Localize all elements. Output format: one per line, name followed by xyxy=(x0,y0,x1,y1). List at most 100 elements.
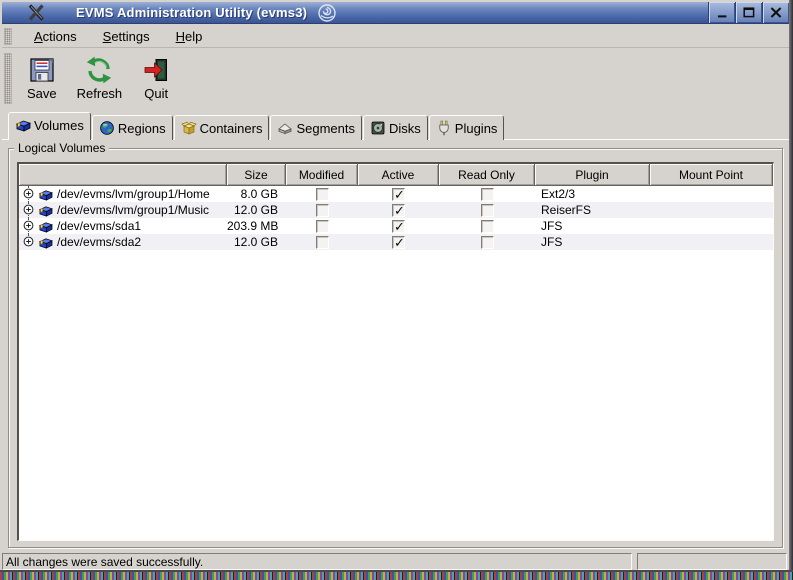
modified-checkbox[interactable] xyxy=(316,188,329,201)
statusbar-secondary-panel xyxy=(637,553,787,570)
read_only-checkbox[interactable] xyxy=(481,188,494,201)
window-border-right xyxy=(789,0,793,572)
plug-icon xyxy=(436,120,452,136)
column-header-active[interactable]: Active xyxy=(358,164,439,186)
menu-actions[interactable]: Actions xyxy=(28,27,83,46)
volume-name: /dev/evms/sda1 xyxy=(55,219,141,233)
column-header-read-only[interactable]: Read Only xyxy=(439,164,535,186)
mount-point-cell xyxy=(650,202,773,218)
table-row[interactable]: /dev/evms/lvm/group1/Music 12.0 GB Reise… xyxy=(19,202,773,218)
mount-point-cell xyxy=(650,234,773,250)
statusbar-message-panel: All changes were saved successfully. xyxy=(2,553,632,570)
volumes-panel: Logical Volumes Size Modified Active Rea… xyxy=(2,139,789,552)
volume-book-icon xyxy=(38,204,53,217)
modified-checkbox[interactable] xyxy=(316,220,329,233)
evms-window: EVMS Administration Utility (evms3) xyxy=(0,0,793,580)
groupbox-title: Logical Volumes xyxy=(14,141,109,155)
table-header-row: Size Modified Active Read Only Plugin Mo… xyxy=(19,164,773,186)
minimize-button[interactable] xyxy=(708,2,735,23)
tab-containers[interactable]: Containers xyxy=(174,115,270,140)
expander-icon[interactable] xyxy=(23,236,34,247)
tab-plugins[interactable]: Plugins xyxy=(429,115,505,140)
quit-button[interactable]: Quit xyxy=(135,50,177,107)
expander-icon[interactable] xyxy=(23,220,34,231)
modified-checkbox[interactable] xyxy=(316,204,329,217)
tabbar: Volumes Regions Containers Segments Disk… xyxy=(8,112,505,140)
tab-volumes-label: Volumes xyxy=(34,118,84,133)
tab-disks[interactable]: Disks xyxy=(363,115,428,140)
close-button[interactable] xyxy=(762,2,789,23)
segment-icon xyxy=(277,120,293,136)
logical-volumes-groupbox: Logical Volumes Size Modified Active Rea… xyxy=(8,148,783,548)
column-header-size[interactable]: Size xyxy=(227,164,286,186)
tab-volumes[interactable]: Volumes xyxy=(8,112,91,140)
tab-segments[interactable]: Segments xyxy=(270,115,362,140)
read_only-checkbox[interactable] xyxy=(481,220,494,233)
box-icon xyxy=(181,120,197,136)
table-row[interactable]: /dev/evms/lvm/group1/Home 8.0 GB Ext2/3 xyxy=(19,186,773,202)
volume-book-icon xyxy=(38,220,53,233)
plugin-cell: ReiserFS xyxy=(535,202,650,218)
quit-button-label: Quit xyxy=(144,86,168,101)
save-button[interactable]: Save xyxy=(20,50,64,107)
window-controls xyxy=(708,2,789,23)
volume-name: /dev/evms/lvm/group1/Music xyxy=(55,203,209,217)
tree-connector xyxy=(22,218,36,234)
expander-icon[interactable] xyxy=(23,204,34,215)
evms-swirl-icon xyxy=(315,3,339,23)
refresh-button[interactable]: Refresh xyxy=(70,50,130,107)
plugin-cell: JFS xyxy=(535,218,650,234)
volumes-table: Size Modified Active Read Only Plugin Mo… xyxy=(17,162,774,541)
column-header-mount-point[interactable]: Mount Point xyxy=(650,164,773,186)
mount-point-cell xyxy=(650,186,773,202)
size-cell: 12.0 GB xyxy=(227,202,286,218)
table-row[interactable]: /dev/evms/sda2 12.0 GB JFS xyxy=(19,234,773,250)
tab-containers-label: Containers xyxy=(200,121,263,136)
expander-icon[interactable] xyxy=(23,188,34,199)
modified-checkbox[interactable] xyxy=(316,236,329,249)
volume-book-icon xyxy=(38,188,53,201)
tree-connector xyxy=(22,202,36,218)
menu-help[interactable]: Help xyxy=(170,27,209,46)
titlebar[interactable]: EVMS Administration Utility (evms3) xyxy=(2,2,789,24)
plugin-cell: Ext2/3 xyxy=(535,186,650,202)
column-header-name[interactable] xyxy=(19,164,227,186)
toolbar: Save Refresh Quit xyxy=(2,50,789,107)
tab-regions[interactable]: Regions xyxy=(92,115,173,140)
tree-connector xyxy=(22,186,36,202)
book-icon xyxy=(15,118,31,133)
tab-plugins-label: Plugins xyxy=(455,121,498,136)
maximize-icon xyxy=(743,7,755,18)
size-cell: 8.0 GB xyxy=(227,186,286,202)
active-checkbox[interactable] xyxy=(392,220,405,233)
volume-name: /dev/evms/lvm/group1/Home xyxy=(55,187,210,201)
active-checkbox[interactable] xyxy=(392,236,405,249)
plugin-cell: JFS xyxy=(535,234,650,250)
tab-disks-label: Disks xyxy=(389,121,421,136)
exit-door-icon xyxy=(142,56,170,84)
window-border-bottom xyxy=(0,570,793,572)
floppy-disk-icon xyxy=(28,56,56,84)
mount-point-cell xyxy=(650,218,773,234)
window-title: EVMS Administration Utility (evms3) xyxy=(76,5,307,20)
tree-connector xyxy=(22,234,36,250)
desktop-edge-strip xyxy=(0,572,793,580)
read_only-checkbox[interactable] xyxy=(481,204,494,217)
active-checkbox[interactable] xyxy=(392,204,405,217)
disk-icon xyxy=(370,120,386,136)
table-row[interactable]: /dev/evms/sda1 203.9 MB JFS xyxy=(19,218,773,234)
status-message: All changes were saved successfully. xyxy=(6,555,203,569)
minimize-icon xyxy=(717,8,728,18)
tab-segments-label: Segments xyxy=(296,121,355,136)
toolbar-drag-handle[interactable] xyxy=(4,53,12,104)
volume-book-icon xyxy=(38,236,53,249)
menu-settings[interactable]: Settings xyxy=(97,27,156,46)
read_only-checkbox[interactable] xyxy=(481,236,494,249)
tab-regions-label: Regions xyxy=(118,121,166,136)
column-header-plugin[interactable]: Plugin xyxy=(535,164,650,186)
active-checkbox[interactable] xyxy=(392,188,405,201)
menubar-drag-handle[interactable] xyxy=(4,28,12,45)
save-button-label: Save xyxy=(27,86,57,101)
maximize-button[interactable] xyxy=(735,2,762,23)
column-header-modified[interactable]: Modified xyxy=(286,164,358,186)
